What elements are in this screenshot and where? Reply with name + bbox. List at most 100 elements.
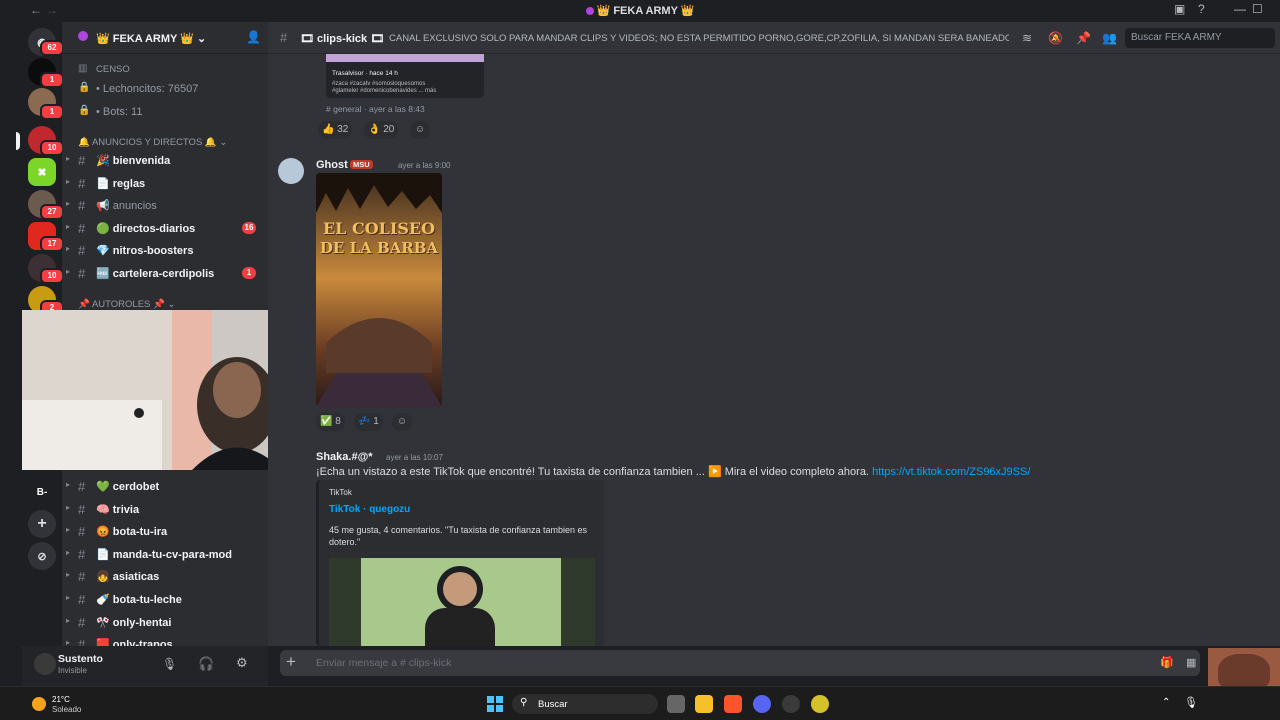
channel-topic[interactable]: CANAL EXCLUSIVO SOLO PARA MANDAR CLIPS Y… — [389, 33, 1009, 44]
weather-sun-icon[interactable] — [32, 697, 46, 711]
sidebar-channel-item[interactable]: ▸ # 😡 bota-tu-ira — [62, 521, 268, 541]
sidebar-channel-item[interactable]: ▸ # 🍼 bota-tu-leche — [62, 589, 268, 609]
mention-badge: 16 — [242, 221, 256, 234]
windows-start-icon[interactable] — [487, 696, 503, 712]
reaction[interactable]: 👍 32 — [318, 121, 353, 139]
avatar[interactable] — [278, 158, 304, 184]
app-icon[interactable] — [782, 695, 800, 713]
add-server-icon[interactable]: + — [28, 510, 56, 538]
sidebar-channel-item[interactable]: ▸ # 📄 reglas — [62, 173, 268, 193]
message-text: ¡Echa un vistazo a este TikTok que encon… — [316, 466, 869, 478]
channel-arrow-icon: ▸ — [66, 570, 71, 580]
embed-text: #zaca #zacatv #somosloquesomos — [332, 81, 426, 87]
headphones-icon[interactable]: 🎧 — [198, 656, 214, 672]
poster-subtitle: DE LA BARBA — [319, 239, 439, 257]
category-autoroles[interactable]: 📌 AUTOROLES 📌 ⌄ — [78, 299, 175, 310]
forwarded-footer[interactable]: # general · ayer a las 8:43 — [326, 104, 425, 114]
minimize-icon[interactable]: — — [1234, 2, 1246, 16]
hash-icon: # — [78, 479, 86, 494]
message-username[interactable]: Shaka.#@* — [316, 451, 373, 463]
notifications-off-icon[interactable]: 🔕 — [1048, 31, 1063, 45]
sidebar-channel-item[interactable]: ▸ # 👧 asiaticas — [62, 566, 268, 586]
hash-icon: # — [78, 153, 86, 168]
server-header[interactable]: 👑 FEKA ARMY 👑 ⌄ 👤 — [62, 22, 268, 54]
sidebar-channel-item[interactable]: ▸ # 🟥 only-trapos — [62, 634, 268, 646]
search-input[interactable]: Buscar FEKA ARMY — [1125, 28, 1275, 48]
tray-chevron-icon[interactable]: ⌃ — [1162, 697, 1170, 708]
message-username[interactable]: Ghost — [316, 159, 348, 171]
reaction[interactable]: 👌 20 — [364, 121, 399, 139]
server-icon-b[interactable]: B- — [28, 478, 56, 506]
user-panel: Sustento Invisible 🎙 🎧 ⚙ — [22, 646, 268, 686]
explore-icon[interactable]: ⊘ — [28, 542, 56, 570]
sidebar-item-label: 📢 anuncios — [96, 200, 157, 213]
weather-temp[interactable]: 21°C — [52, 695, 70, 704]
app-icon[interactable] — [811, 695, 829, 713]
channel-arrow-icon: ▸ — [66, 199, 71, 209]
brave-browser-icon[interactable] — [724, 695, 742, 713]
server-name[interactable]: 👑 FEKA ARMY 👑 ⌄ — [96, 32, 206, 45]
embed-image — [326, 54, 484, 62]
tray-mic-icon[interactable]: 🎙 — [1184, 696, 1198, 709]
weather-desc: Soleado — [52, 705, 82, 714]
reaction[interactable]: 💤 1 — [354, 413, 383, 431]
username[interactable]: Sustento — [58, 653, 103, 665]
gear-icon[interactable]: ⚙ — [236, 655, 248, 671]
sidebar-item-label: • Lechoncitos: 76507 — [96, 83, 199, 95]
sidebar-item-censo[interactable]: ▥ CENSO — [62, 60, 268, 80]
discord-app-icon[interactable] — [753, 695, 771, 713]
sidebar-item-bots[interactable]: 🔒 • Bots: 11 — [62, 102, 268, 122]
members-icon[interactable]: 👥 — [1102, 31, 1117, 45]
gift-icon[interactable]: 🎁 — [1160, 656, 1174, 669]
sidebar-channel-item[interactable]: ▸ # 📄 manda-tu-cv-para-mod — [62, 544, 268, 564]
window-title: 👑 FEKA ARMY 👑 — [0, 4, 1280, 17]
sidebar-item-label: • Bots: 11 — [96, 106, 143, 118]
task-view-icon[interactable] — [667, 695, 685, 713]
inbox-icon[interactable]: ▣ — [1174, 2, 1185, 16]
microphone-icon[interactable]: 🎙 — [162, 657, 177, 671]
threads-icon[interactable]: ≋ — [1022, 31, 1032, 45]
search-icon: ⚲ — [520, 697, 528, 708]
sidebar-channel-item[interactable]: ▸ # 💚 cerdobet — [62, 476, 268, 496]
channel-arrow-icon: ▸ — [66, 221, 71, 231]
gif-icon[interactable]: ▦ — [1186, 656, 1196, 669]
add-reaction-icon[interactable]: ☺ — [392, 413, 412, 431]
webcam-overlay — [22, 310, 308, 470]
reaction[interactable]: ✅ 8 — [316, 413, 345, 431]
embed-title[interactable]: TikTok · quegozu — [329, 504, 410, 515]
invite-icon[interactable]: 👤 — [246, 30, 261, 44]
server-icon[interactable]: ✖ — [28, 158, 56, 186]
message-link[interactable]: https://vt.tiktok.com/ZS96xJ9SS/ — [872, 466, 1030, 478]
add-reaction-icon[interactable]: ☺ — [410, 121, 430, 139]
sidebar-channel-item[interactable]: ▸ # 🟢 directos-diarios 16 — [62, 218, 268, 238]
help-icon[interactable]: ? — [1198, 2, 1205, 16]
sidebar-item-lechoncitos[interactable]: 🔒 • Lechoncitos: 76507 — [62, 79, 268, 99]
channel-arrow-icon: ▸ — [66, 480, 71, 489]
hash-icon: # — [78, 637, 86, 646]
sidebar-channel-item[interactable]: ▸ # 📢 anuncios — [62, 195, 268, 215]
channel-arrow-icon: ▸ — [66, 525, 71, 535]
add-attachment-icon[interactable]: + — [286, 652, 296, 672]
taskbar-search[interactable]: ⚲ Buscar — [512, 694, 658, 714]
poster-image[interactable]: EL COLISEO DE LA BARBA — [316, 173, 442, 407]
sidebar-channel-item[interactable]: ▸ # 🧠 trivia — [62, 499, 268, 519]
embed-preview[interactable]: Trasalvisor · hace 14 h #zaca #zacatv #s… — [326, 54, 484, 98]
mention-badge: 1 — [242, 267, 256, 279]
active-pill — [16, 132, 20, 150]
embed-video-thumbnail[interactable] — [329, 558, 595, 646]
sidebar-channel-item[interactable]: ▸ # 🎌 only-hentai — [62, 612, 268, 632]
maximize-icon[interactable]: ☐ — [1252, 2, 1263, 16]
link-embed[interactable]: TikTok TikTok · quegozu 45 me gusta, 4 c… — [316, 480, 604, 646]
category-anuncios[interactable]: 🔔 ANUNCIOS Y DIRECTOS 🔔 ⌄ — [78, 137, 227, 148]
sidebar-channel-item[interactable]: ▸ # 🆓 cartelera-cerdipolis 1 — [62, 263, 268, 283]
pin-icon[interactable]: 📌 — [1076, 31, 1091, 45]
embed-text: #glameler #domenicobenavides ... más — [332, 88, 437, 94]
sidebar-channel-item[interactable]: ▸ # 💎 nitros-boosters — [62, 240, 268, 260]
sidebar-item-label: 💎 nitros-boosters — [96, 245, 194, 258]
hash-icon: # — [78, 592, 86, 607]
avatar[interactable] — [34, 653, 56, 675]
file-explorer-icon[interactable] — [695, 695, 713, 713]
message-composer[interactable]: + Enviar mensaje a # clips-kick 🎁 ▦ — [280, 650, 1200, 676]
timestamp: ayer a las 9:00 — [398, 161, 451, 170]
sidebar-channel-item[interactable]: ▸ # 🎉 bienvenida — [62, 150, 268, 170]
